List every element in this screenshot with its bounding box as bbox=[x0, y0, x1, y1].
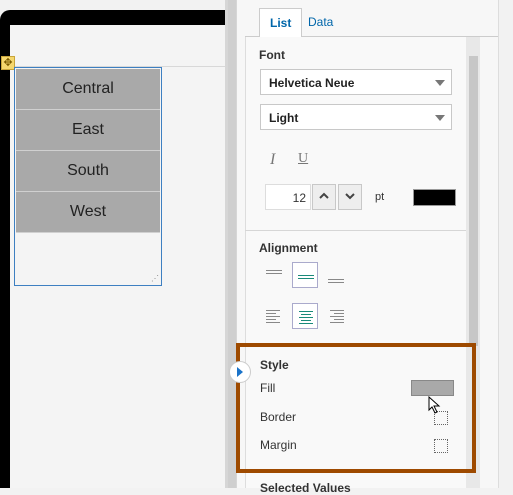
chevron-right-icon bbox=[237, 367, 243, 377]
list-component[interactable]: Central East South West ⋰ bbox=[14, 67, 162, 286]
underline-icon[interactable]: U bbox=[298, 151, 308, 167]
align-left-icon bbox=[266, 308, 282, 324]
align-top-icon bbox=[266, 267, 282, 283]
align-middle-button[interactable] bbox=[292, 262, 318, 288]
align-bottom-button[interactable] bbox=[323, 262, 349, 288]
list-item[interactable]: Central bbox=[16, 69, 160, 110]
italic-icon[interactable]: I bbox=[270, 151, 275, 169]
align-right-icon bbox=[328, 308, 344, 324]
align-bottom-icon bbox=[328, 267, 344, 283]
decrement-button[interactable] bbox=[338, 184, 362, 210]
tab-list[interactable]: List bbox=[259, 8, 303, 38]
chevron-down-icon bbox=[345, 193, 355, 200]
window-edge bbox=[498, 0, 513, 488]
splitter-thumb[interactable] bbox=[228, 0, 236, 488]
chevron-down-icon bbox=[435, 115, 445, 121]
align-middle-icon bbox=[298, 268, 314, 284]
scrollbar-thumb[interactable] bbox=[469, 56, 478, 346]
list-item[interactable]: West bbox=[16, 192, 160, 233]
font-weight-select[interactable]: Light bbox=[260, 104, 452, 130]
align-right-button[interactable] bbox=[323, 303, 349, 329]
move-handle-icon[interactable]: ✥ bbox=[1, 56, 15, 70]
list-item[interactable]: South bbox=[16, 151, 160, 192]
tab-data[interactable]: Data bbox=[298, 8, 343, 36]
font-size-input[interactable]: 12 bbox=[265, 184, 311, 210]
increment-button[interactable] bbox=[312, 184, 336, 210]
selected-values-section-title: Selected Values bbox=[260, 481, 351, 495]
mouse-pointer-icon bbox=[428, 396, 441, 414]
alignment-section-title: Alignment bbox=[259, 241, 318, 255]
align-center-icon bbox=[298, 309, 314, 325]
align-top-button[interactable] bbox=[261, 262, 287, 288]
align-center-button[interactable] bbox=[292, 303, 318, 329]
font-family-select[interactable]: Helvetica Neue bbox=[260, 69, 452, 95]
font-size-unit: pt bbox=[375, 191, 385, 203]
font-family-value: Helvetica Neue bbox=[269, 76, 355, 90]
chevron-down-icon bbox=[435, 80, 445, 86]
font-section-title: Font bbox=[259, 48, 285, 62]
section-divider bbox=[245, 230, 466, 231]
chevron-up-icon bbox=[319, 192, 329, 199]
resize-grip-icon[interactable]: ⋰ bbox=[151, 275, 159, 283]
align-left-button[interactable] bbox=[261, 303, 287, 329]
collapse-panel-button[interactable] bbox=[229, 361, 251, 383]
font-weight-value: Light bbox=[269, 111, 299, 125]
font-color-swatch[interactable] bbox=[413, 189, 456, 206]
list-item[interactable]: East bbox=[16, 110, 160, 151]
